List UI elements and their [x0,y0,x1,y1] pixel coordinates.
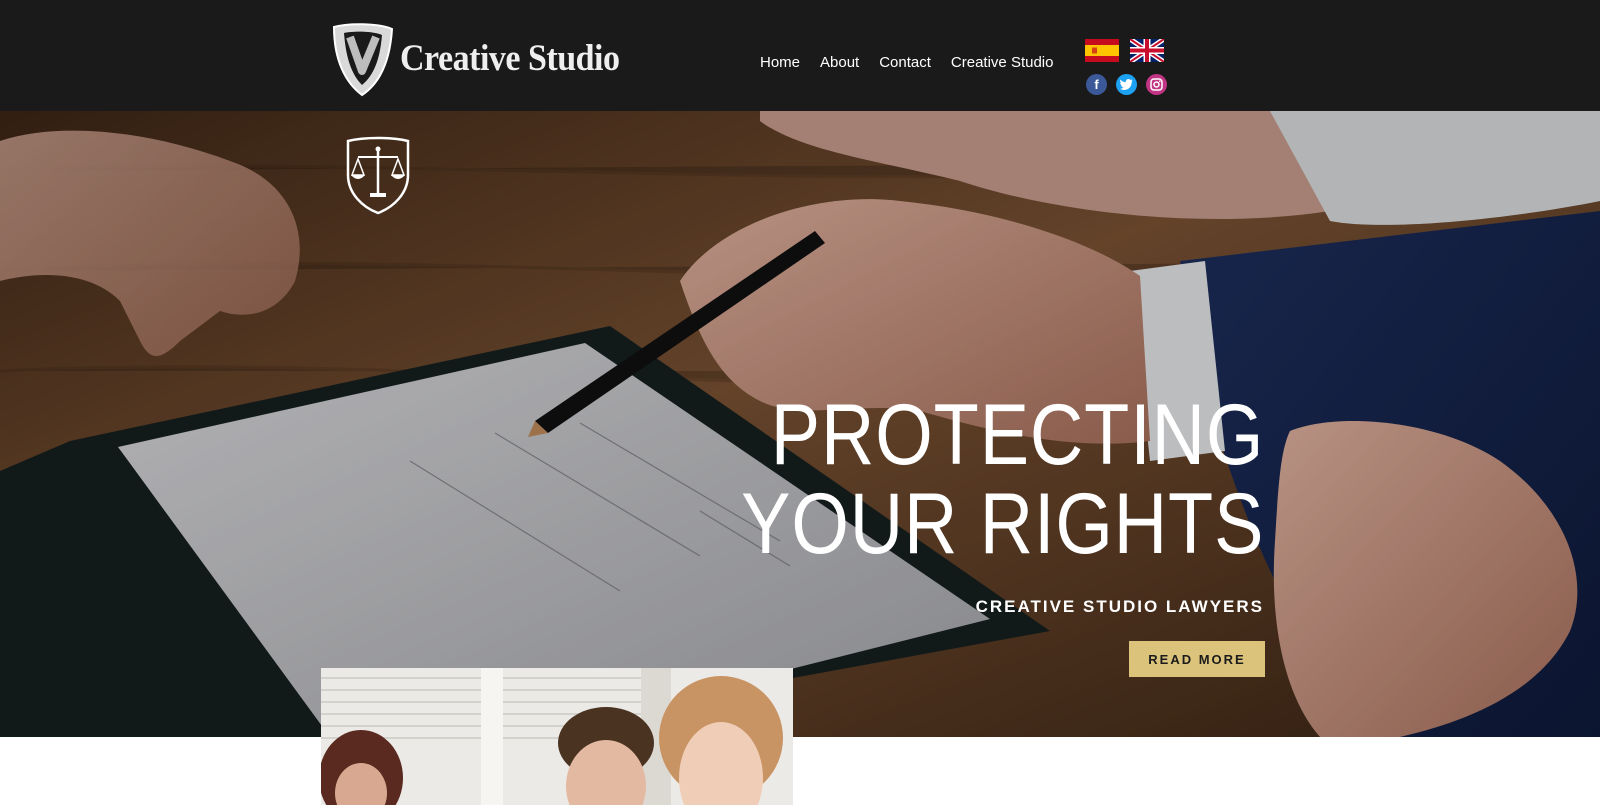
team-photo [321,668,793,805]
scales-of-justice-icon [346,136,410,215]
hero-title-line2: YOUR RIGHTS [740,476,1264,572]
brand-name: Creative Studio [400,38,620,79]
shield-logo-icon [332,23,394,97]
instagram-icon[interactable] [1146,74,1167,95]
hero-title-line1: PROTECTING [770,387,1264,483]
site-header: Creative Studio Home About Contact Creat… [0,0,1600,111]
team-photo-image [321,668,793,805]
nav-about[interactable]: About [820,54,859,71]
uk-flag-icon[interactable] [1130,39,1164,62]
language-switcher [1085,39,1164,62]
facebook-icon[interactable]: f [1086,74,1107,95]
es-flag-icon[interactable] [1085,39,1119,62]
social-links: f [1086,74,1167,95]
nav-creative-studio[interactable]: Creative Studio [951,54,1054,71]
brand-logo[interactable]: Creative Studio [328,20,620,98]
hero-banner: PROTECTING YOUR RIGHTS CREATIVE STUDIO L… [0,111,1600,737]
hero-title: PROTECTING YOUR RIGHTS [741,391,1264,569]
hero-subtitle: CREATIVE STUDIO LAWYERS [975,597,1264,616]
nav-contact[interactable]: Contact [879,54,931,71]
read-more-button[interactable]: READ MORE [1129,641,1265,677]
twitter-icon[interactable] [1116,74,1137,95]
nav-home[interactable]: Home [760,54,800,71]
main-nav: Home About Contact Creative Studio [760,54,1053,71]
